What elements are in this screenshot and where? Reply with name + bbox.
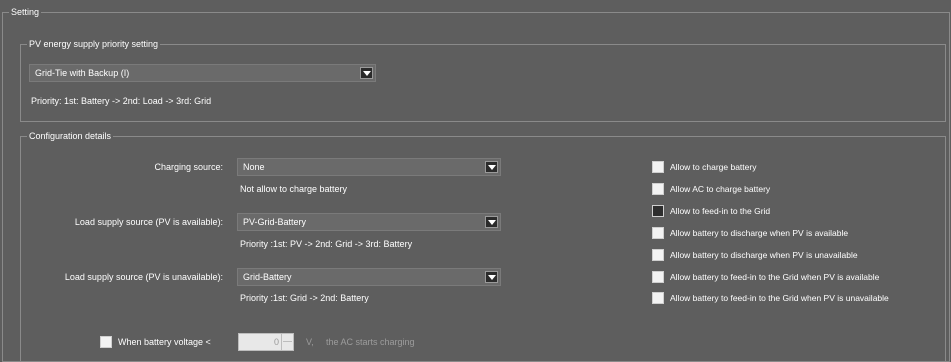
- pv-priority-text: Priority: 1st: Battery -> 2nd: Load -> 3…: [31, 96, 212, 106]
- allow-discharge-pv-available-checkbox[interactable]: [652, 227, 664, 239]
- pv-priority-legend: PV energy supply priority setting: [27, 39, 161, 50]
- allow-ac-charge-label: Allow AC to charge battery: [670, 184, 771, 194]
- pv-priority-select[interactable]: Grid-Tie with Backup (I): [29, 64, 376, 82]
- allow-charge-battery-label: Allow to charge battery: [670, 162, 757, 172]
- allow-feed-in-grid-label: Allow to feed-in to the Grid: [670, 206, 771, 216]
- allow-battery-feed-in-pv-available-label: Allow battery to feed-in to the Grid whe…: [670, 272, 880, 282]
- allow-battery-feed-in-pv-unavailable-label: Allow battery to feed-in to the Grid whe…: [670, 293, 889, 303]
- battery-voltage-value: 0: [273, 337, 279, 347]
- load-pv-available-selected: PV-Grid-Battery: [243, 217, 307, 227]
- allow-ac-charge-checkbox[interactable]: [652, 183, 664, 195]
- pv-priority-selected: Grid-Tie with Backup (I): [35, 68, 130, 78]
- allow-charge-battery-checkbox[interactable]: [652, 161, 664, 173]
- load-pv-unavailable-selected: Grid-Battery: [243, 272, 292, 282]
- battery-voltage-checkbox[interactable]: [100, 336, 112, 348]
- pv-priority-group: PV energy supply priority setting: [20, 39, 946, 122]
- load-pv-unavailable-select[interactable]: Grid-Battery: [237, 268, 501, 286]
- battery-voltage-spinner[interactable]: 0: [238, 333, 294, 351]
- battery-voltage-unit: V,: [306, 337, 314, 347]
- charging-source-select[interactable]: None: [237, 158, 501, 176]
- allow-battery-feed-in-pv-unavailable-checkbox[interactable]: [652, 292, 664, 304]
- allow-feed-in-grid-checkbox[interactable]: [652, 205, 664, 217]
- config-legend: Configuration details: [27, 131, 114, 142]
- load-pv-available-select[interactable]: PV-Grid-Battery: [237, 213, 501, 231]
- load-pv-available-label: Load supply source (PV is available):: [74, 217, 223, 227]
- battery-voltage-label: When battery voltage <: [118, 337, 211, 347]
- spinner-buttons[interactable]: [281, 334, 293, 350]
- chevron-down-icon[interactable]: [485, 161, 498, 173]
- load-pv-unavailable-note: Priority :1st: Grid -> 2nd: Battery: [240, 293, 369, 303]
- chevron-down-icon[interactable]: [485, 271, 498, 283]
- allow-discharge-pv-available-label: Allow battery to discharge when PV is av…: [670, 228, 849, 238]
- allow-discharge-pv-unavailable-checkbox[interactable]: [652, 249, 664, 261]
- chevron-down-icon[interactable]: [485, 216, 498, 228]
- charging-source-selected: None: [243, 162, 265, 172]
- battery-voltage-suffix: the AC starts charging: [326, 337, 415, 347]
- allow-battery-feed-in-pv-available-checkbox[interactable]: [652, 271, 664, 283]
- allow-discharge-pv-unavailable-label: Allow battery to discharge when PV is un…: [670, 250, 858, 260]
- load-pv-available-note: Priority :1st: PV -> 2nd: Grid -> 3rd: B…: [240, 239, 413, 249]
- charging-source-label: Charging source:: [154, 162, 223, 172]
- load-pv-unavailable-label: Load supply source (PV is unavailable):: [64, 272, 223, 282]
- charging-source-note: Not allow to charge battery: [240, 184, 348, 194]
- setting-legend: Setting: [9, 7, 42, 18]
- chevron-down-icon[interactable]: [360, 67, 373, 79]
